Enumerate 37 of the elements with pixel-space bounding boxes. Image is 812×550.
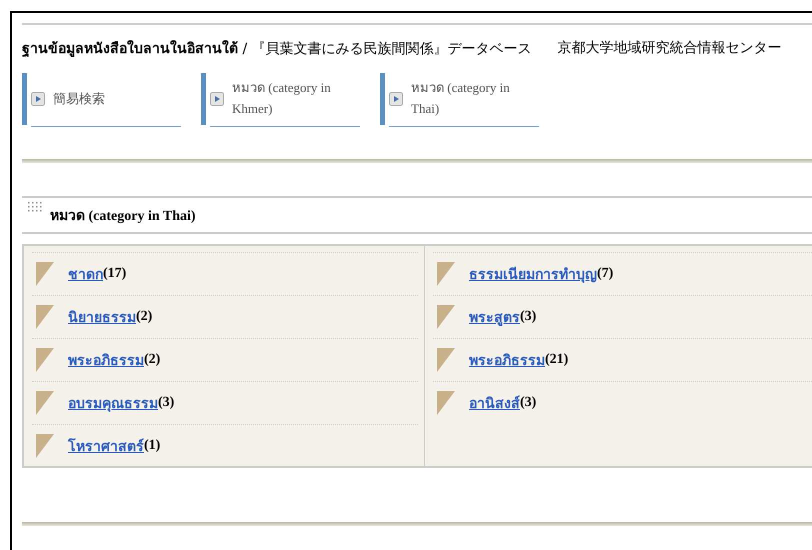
category-link[interactable]: โหราศาสตร์: [68, 435, 144, 457]
triangle-icon: [36, 262, 54, 286]
category-link[interactable]: ชาดก: [68, 263, 103, 285]
triangle-icon: [437, 262, 455, 286]
category-link[interactable]: นิยายธรรม: [68, 306, 136, 328]
nav-tab[interactable]: 簡易検索: [22, 73, 181, 125]
item-count: (3): [158, 395, 174, 411]
nav-tab[interactable]: หมวด (category in Khmer): [201, 73, 360, 125]
triangle-icon: [36, 305, 54, 329]
triangle-icon: [437, 391, 455, 415]
item-count: (3): [520, 309, 536, 325]
category-link[interactable]: ธรรมเนียมการทำบุญ: [469, 263, 597, 285]
item-count: (7): [597, 266, 614, 282]
organization-name: 京都大学地域研究統合情報センター: [558, 39, 782, 57]
category-link[interactable]: พระอภิธรรม: [469, 349, 545, 371]
play-icon: [389, 92, 403, 106]
item-count: (17): [103, 266, 126, 282]
play-icon: [210, 92, 224, 106]
category-link[interactable]: อานิสงส์: [469, 392, 520, 414]
section-title: หมวด (category in Thai): [50, 208, 196, 226]
triangle-icon: [36, 391, 54, 415]
category-link[interactable]: พระสูตร: [469, 306, 520, 328]
item-count: (2): [144, 352, 160, 368]
item-count: (1): [144, 438, 160, 454]
triangle-icon: [437, 348, 455, 372]
item-count: (3): [520, 395, 536, 411]
nav-tab[interactable]: หมวด (category in Thai): [380, 73, 539, 125]
play-icon: [31, 92, 45, 106]
dots-icon: [28, 202, 44, 214]
category-link[interactable]: อบรมคุณธรรม: [68, 392, 158, 414]
item-count: (21): [545, 352, 568, 368]
item-count: (2): [136, 309, 152, 325]
category-link[interactable]: พระอภิธรรม: [68, 349, 144, 371]
site-title: ฐานข้อมูลหนังสือใบลานในอิสานใต้ / 『貝葉文書にみる民族間関係』データベース: [22, 39, 532, 59]
triangle-icon: [36, 434, 54, 458]
triangle-icon: [437, 305, 455, 329]
triangle-icon: [36, 348, 54, 372]
